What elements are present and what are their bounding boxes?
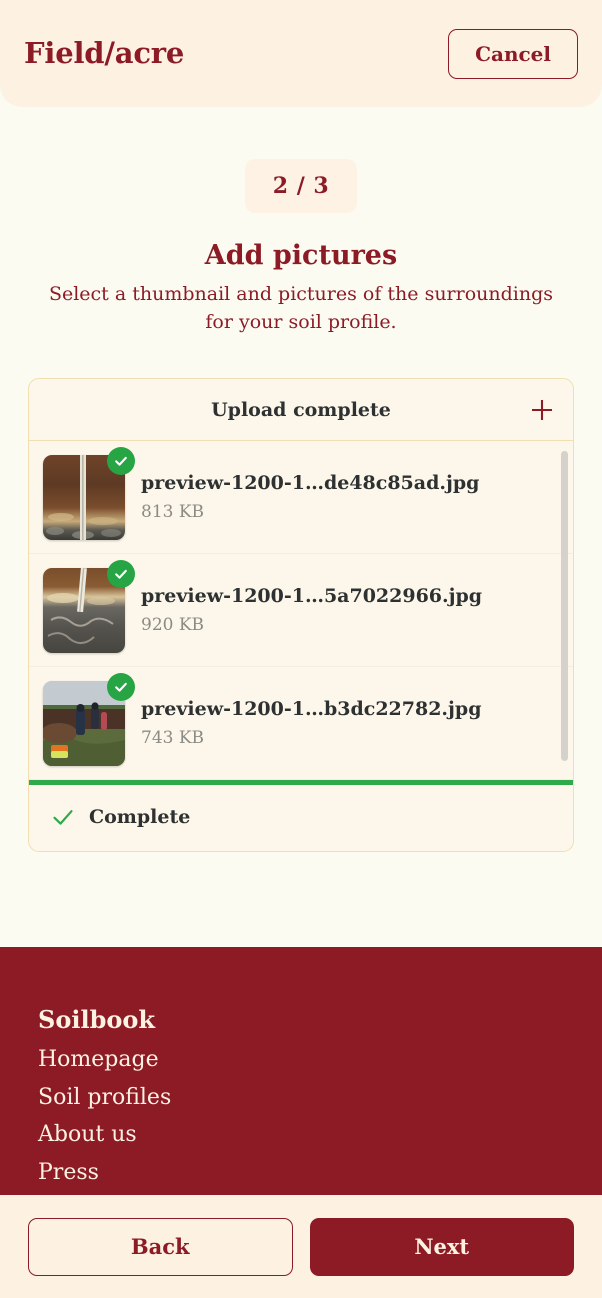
file-list-scrollbar[interactable] <box>561 451 568 770</box>
footer-link-about-us[interactable]: About us <box>38 1121 564 1149</box>
page-content: 2 / 3 Add pictures Select a thumbnail an… <box>0 107 602 947</box>
plus-icon[interactable] <box>529 397 555 423</box>
wizard-bottom-bar: Back Next <box>0 1195 602 1298</box>
file-thumbnail-wrap <box>43 446 135 540</box>
check-icon <box>53 810 73 825</box>
table-row[interactable]: preview-1200-1…5a7022966.jpg 920 KB <box>29 554 573 668</box>
file-size: 920 KB <box>141 615 205 636</box>
file-size: 813 KB <box>141 502 205 523</box>
table-row[interactable]: preview-1200-1…de48c85ad.jpg 813 KB <box>29 441 573 555</box>
footer-heading: Soilbook <box>38 1005 155 1034</box>
upload-card-title: Upload complete <box>211 398 391 421</box>
file-name: preview-1200-1…de48c85ad.jpg <box>141 471 480 494</box>
page-title: Add pictures <box>204 240 398 271</box>
file-thumbnail-wrap <box>43 559 135 653</box>
file-name: preview-1200-1…5a7022966.jpg <box>141 584 483 607</box>
file-meta: preview-1200-1…b3dc22782.jpg 743 KB <box>141 698 481 749</box>
brand-title: Field/acre <box>24 36 185 70</box>
app-header: Field/acre Cancel <box>0 0 602 107</box>
table-row[interactable]: preview-1200-1…b3dc22782.jpg 743 KB <box>29 667 573 781</box>
back-button[interactable]: Back <box>28 1217 293 1276</box>
footer-link-press[interactable]: Press <box>38 1159 564 1187</box>
file-name: preview-1200-1…b3dc22782.jpg <box>141 697 482 720</box>
uploaded-file-list: preview-1200-1…de48c85ad.jpg 813 KB prev… <box>29 441 573 781</box>
file-size: 743 KB <box>141 728 205 749</box>
next-button[interactable]: Next <box>309 1217 574 1276</box>
footer-link-soil-profiles[interactable]: Soil profiles <box>38 1084 564 1112</box>
scrollbar-thumb[interactable] <box>561 451 568 761</box>
site-footer: Soilbook Homepage Soil profiles About us… <box>0 947 602 1195</box>
step-indicator: 2 / 3 <box>244 159 358 213</box>
file-meta: preview-1200-1…de48c85ad.jpg 813 KB <box>141 472 479 523</box>
check-circle-icon <box>107 559 135 588</box>
upload-status-label: Complete <box>89 806 191 829</box>
app-root: Field/acre Cancel 2 / 3 Add pictures Sel… <box>0 0 602 1298</box>
upload-status-row: Complete <box>29 785 573 851</box>
page-subtitle: Select a thumbnail and pictures of the s… <box>48 283 554 333</box>
check-circle-icon <box>107 446 135 475</box>
cancel-button[interactable]: Cancel <box>448 28 578 79</box>
check-circle-icon <box>107 672 135 701</box>
upload-card-header: Upload complete <box>29 379 573 442</box>
file-thumbnail-wrap <box>43 672 135 766</box>
file-meta: preview-1200-1…5a7022966.jpg 920 KB <box>141 585 482 636</box>
upload-card: Upload complete preview-1200-1…de48c85ad… <box>28 378 574 853</box>
step-indicator-wrap: 2 / 3 <box>0 159 602 213</box>
footer-link-homepage[interactable]: Homepage <box>38 1046 564 1074</box>
